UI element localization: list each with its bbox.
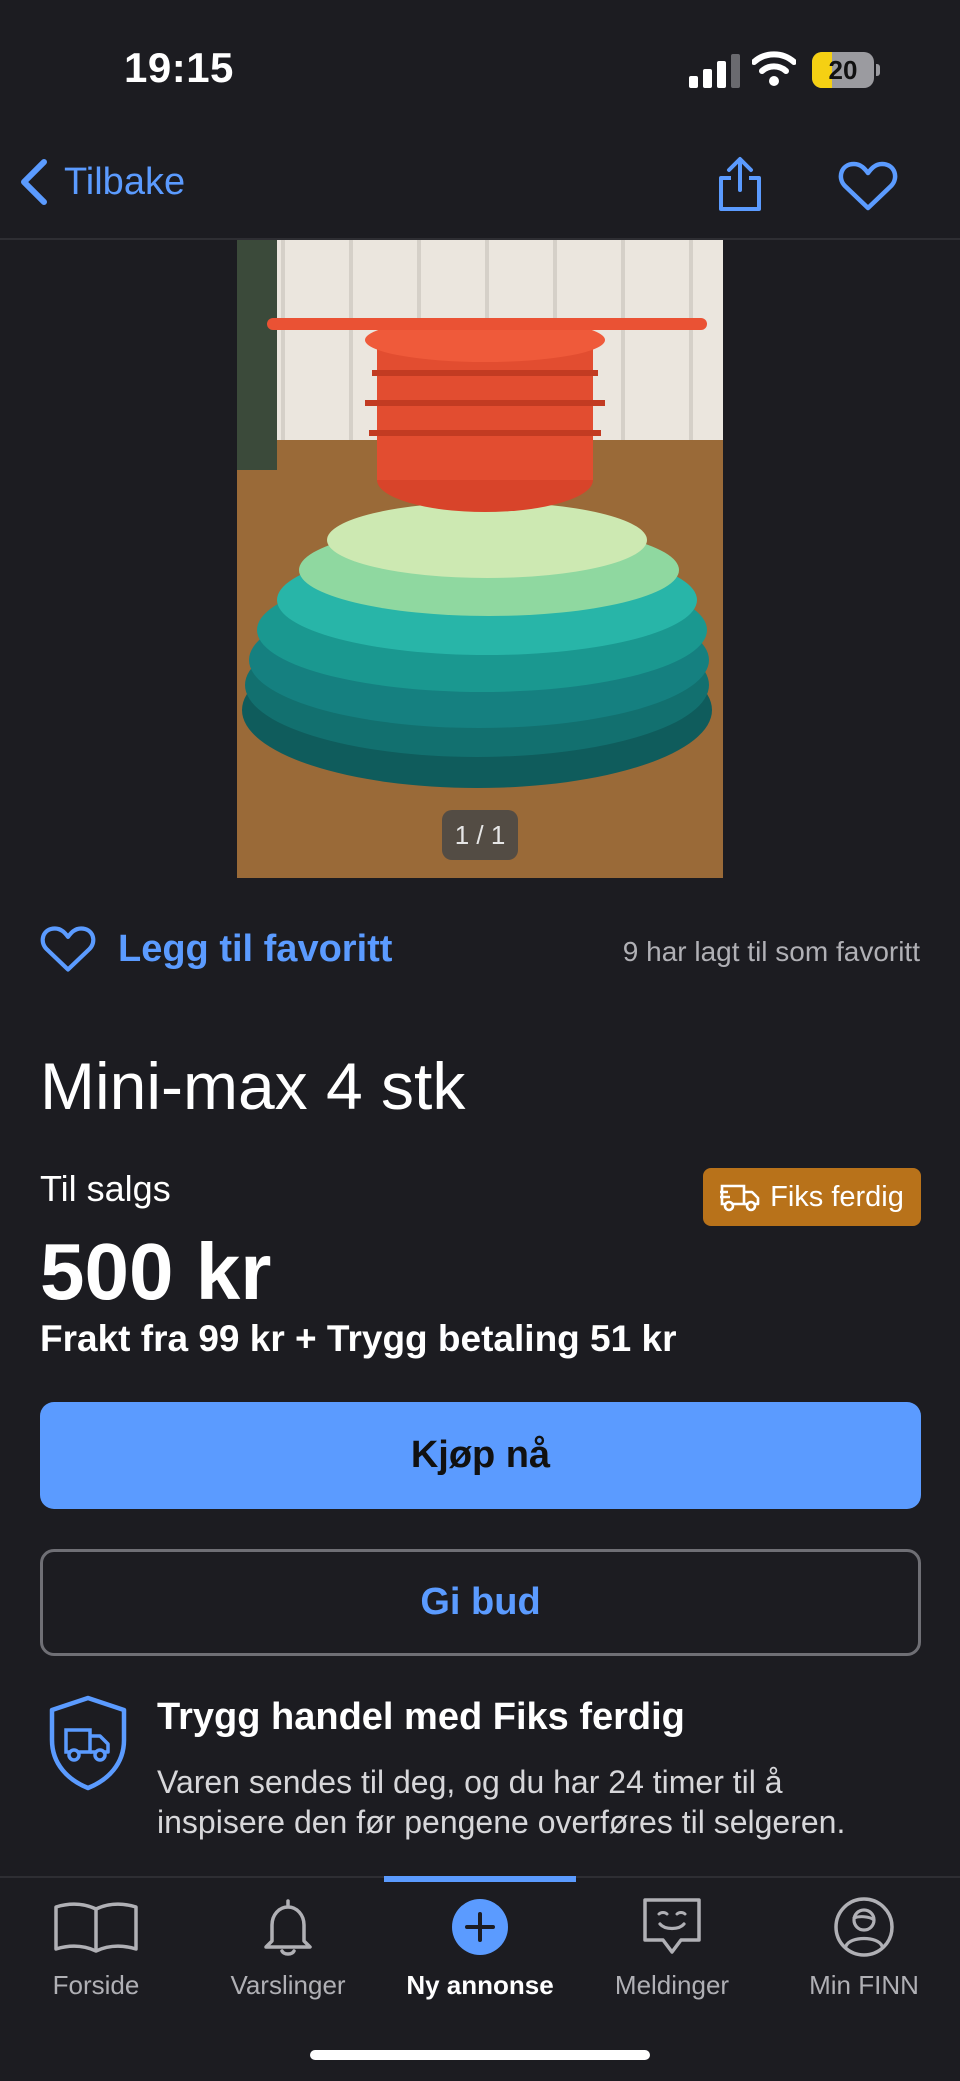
tab-ny-annonse[interactable]: Ny annonse (384, 1892, 576, 2001)
tab-meldinger[interactable]: Meldinger (576, 1892, 768, 2001)
safe-trade-description: Varen sendes til deg, og du har 24 timer… (157, 1764, 846, 1840)
tab-varslinger[interactable]: Varslinger (192, 1892, 384, 2001)
tab-min-finn[interactable]: Min FINN (768, 1892, 960, 2001)
tab-label-min-finn: Min FINN (809, 1970, 919, 2000)
battery-icon: 20 (812, 52, 880, 88)
heart-icon[interactable] (838, 160, 898, 212)
shipping-info: Frakt fra 99 kr + Trygg betaling 51 kr (40, 1318, 677, 1359)
buy-now-button[interactable]: Kjøp nå (40, 1402, 921, 1509)
status-time: 19:15 (124, 44, 234, 91)
share-icon[interactable] (716, 156, 764, 212)
plus-circle-icon (452, 1899, 508, 1955)
product-image[interactable] (237, 240, 723, 878)
add-favorite-button[interactable]: Legg til favoritt (40, 924, 392, 974)
tab-label-varslinger: Varslinger (230, 1970, 346, 2000)
wifi-icon (752, 51, 796, 86)
favorite-count: 9 har lagt til som favoritt (622, 936, 920, 967)
bell-icon (264, 1899, 312, 1956)
home-indicator (310, 2050, 650, 2060)
safe-trade-title: Trygg handel med Fiks ferdig (157, 1696, 685, 1738)
fiks-ferdig-badge: Fiks ferdig (703, 1168, 921, 1226)
image-counter: 1 / 1 (442, 810, 518, 860)
sale-type: Til salgs (40, 1168, 171, 1209)
shield-truck-icon (49, 1695, 127, 1791)
battery-level: 20 (828, 55, 858, 85)
active-tab-indicator (384, 1876, 576, 1882)
tab-label-forside: Forside (52, 1970, 140, 2000)
price: 500 kr (40, 1227, 272, 1316)
listing-title: Mini-max 4 stk (40, 1049, 466, 1123)
chat-icon (643, 1898, 701, 1954)
tab-forside[interactable]: Forside (0, 1892, 192, 2001)
heart-outline-icon (40, 926, 96, 972)
tab-label-ny-annonse: Ny annonse (406, 1970, 554, 2000)
truck-icon (720, 1184, 760, 1212)
signal-icon (689, 54, 740, 88)
chevron-left-icon (21, 159, 47, 205)
book-icon (54, 1902, 138, 1953)
tab-label-meldinger: Meldinger (614, 1970, 730, 2000)
badge-label: Fiks ferdig (770, 1180, 904, 1213)
back-button[interactable]: Tilbake (18, 158, 185, 206)
make-bid-button[interactable]: Gi bud (40, 1549, 921, 1656)
back-label: Tilbake (64, 160, 186, 203)
profile-icon (834, 1897, 894, 1957)
add-favorite-label: Legg til favoritt (118, 927, 393, 970)
